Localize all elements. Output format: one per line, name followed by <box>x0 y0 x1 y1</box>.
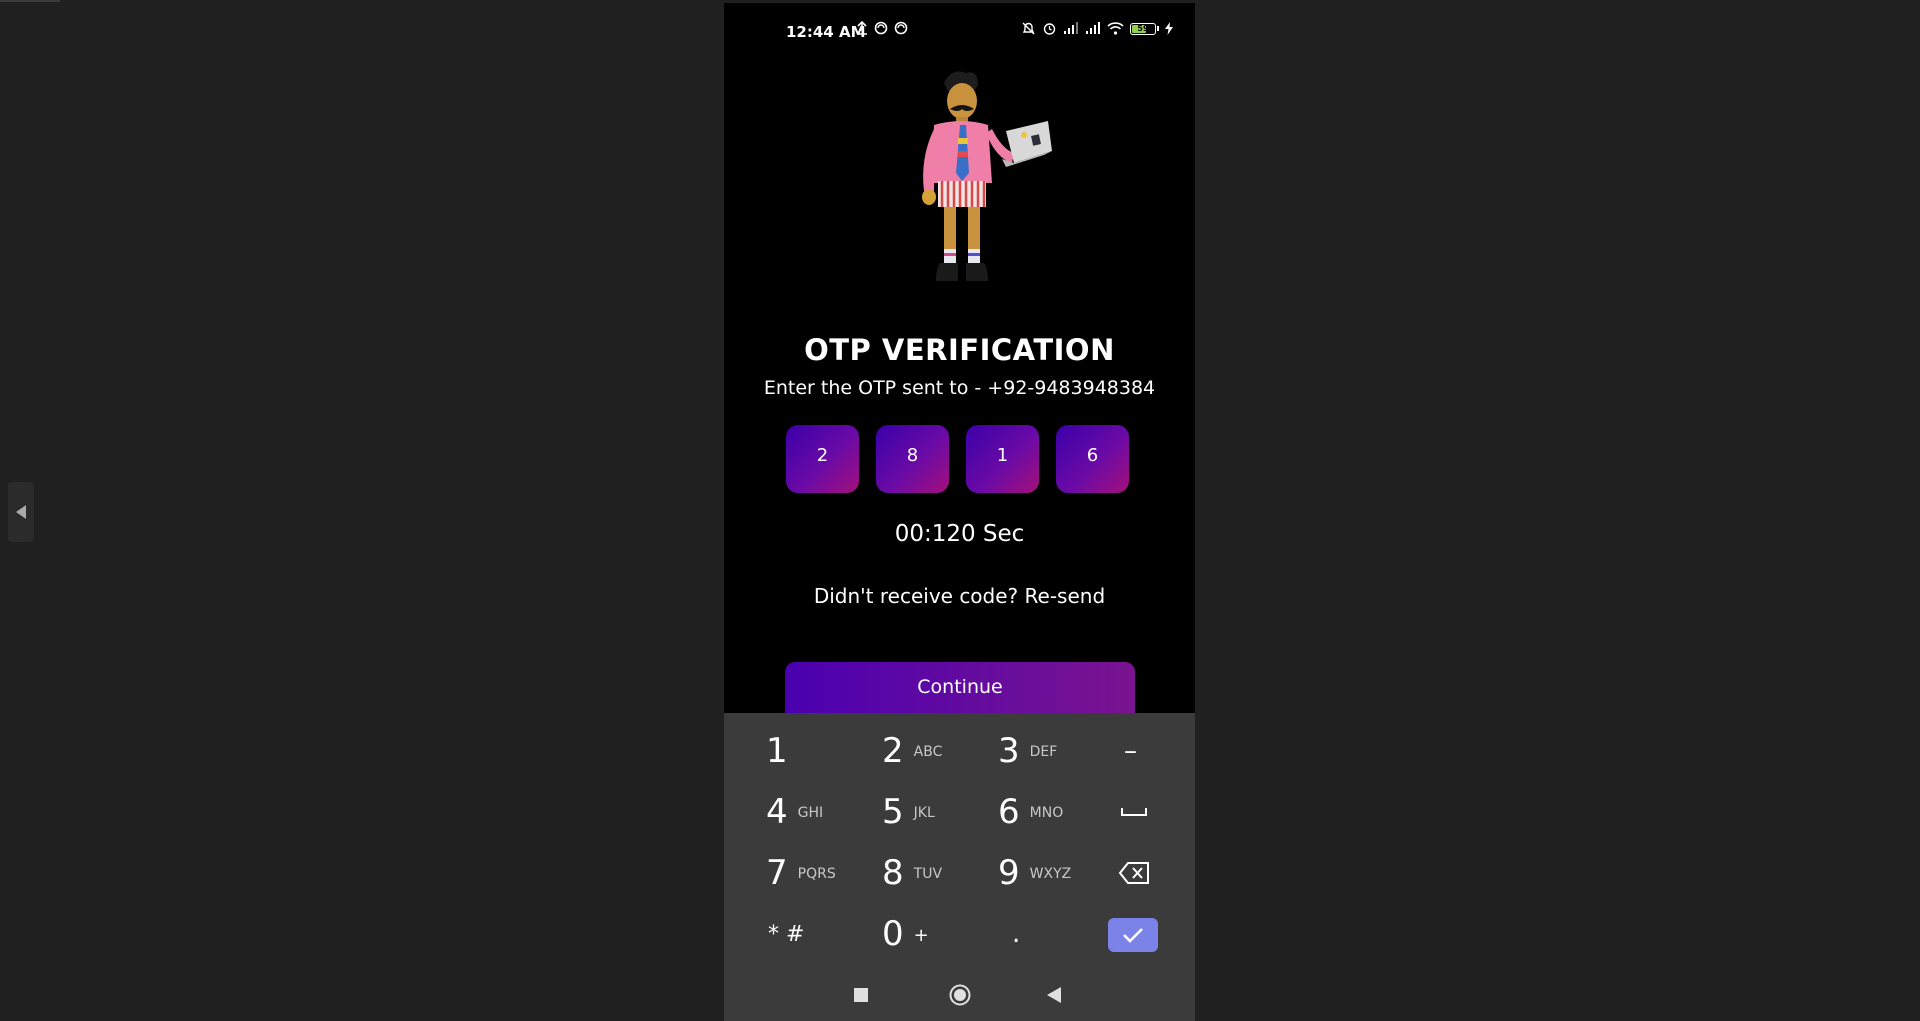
space-key[interactable] <box>1120 784 1148 840</box>
key-3[interactable]: 3 DEF <box>998 723 1057 779</box>
page-title: OTP VERIFICATION <box>804 333 1115 367</box>
key-2[interactable]: 2 ABC <box>882 723 942 779</box>
recents-button[interactable] <box>853 987 869 1007</box>
otp-digit-2[interactable]: 8 <box>876 425 949 493</box>
square-icon <box>854 988 868 1002</box>
otp-digit-3[interactable]: 1 <box>966 425 1039 493</box>
window-top-strip <box>0 0 60 2</box>
otp-digit-4[interactable]: 6 <box>1056 425 1129 493</box>
key-6[interactable]: 6 MNO <box>998 784 1063 840</box>
otp-digit-1[interactable]: 2 <box>786 425 859 493</box>
sync-icon <box>874 21 888 35</box>
triangle-left-icon <box>1047 987 1061 1003</box>
key-8[interactable]: 8 TUV <box>882 845 942 901</box>
key-9[interactable]: 9 WXYZ <box>998 845 1071 901</box>
character-illustration <box>922 71 1052 281</box>
battery-level: 59 <box>1137 23 1149 33</box>
wifi-icon <box>1107 22 1124 35</box>
space-icon <box>1121 808 1147 816</box>
circle-icon <box>949 984 971 1006</box>
key-1[interactable]: 1 <box>766 723 788 779</box>
key-minus[interactable]: – <box>1124 723 1137 779</box>
sync-icon <box>894 21 908 35</box>
backspace-key[interactable] <box>1118 845 1150 901</box>
backspace-icon <box>1118 862 1149 884</box>
resend-prompt: Didn't receive code? <box>813 584 1025 608</box>
android-nav-bar <box>724 971 1195 1021</box>
bell-off-icon <box>1022 22 1035 35</box>
charging-icon <box>1165 22 1173 35</box>
resend-link[interactable]: Re-send <box>1025 584 1106 608</box>
check-icon <box>1123 928 1143 943</box>
status-time: 12:44 AM <box>786 23 866 41</box>
key-0[interactable]: 0 + <box>882 906 929 962</box>
countdown-timer: 00:120 Sec <box>894 521 1025 547</box>
key-star-hash[interactable]: * # <box>768 906 804 962</box>
alarm-icon <box>1043 23 1056 35</box>
numeric-keyboard: 1 2 ABC 3 DEF – 4 GHI 5 JKL 6 MNO 7 PQRS 8 TUV … <box>724 713 1195 1021</box>
side-panel-toggle[interactable] <box>8 482 34 542</box>
triangle-left-icon <box>16 505 26 519</box>
battery-icon: 59 <box>1130 22 1159 35</box>
upload-icon <box>857 21 867 35</box>
key-4[interactable]: 4 GHI <box>766 784 823 840</box>
key-7[interactable]: 7 PQRS <box>766 845 836 901</box>
otp-input-group: 2 8 1 6 <box>786 425 1129 493</box>
phone-screen: 12:44 AM 59 OTP VERIFICATION Enter the O… <box>724 3 1195 1021</box>
key-period[interactable]: . <box>1012 906 1020 962</box>
signal-icon <box>1086 22 1100 34</box>
status-bar: 12:44 AM 59 <box>724 3 1195 57</box>
key-5[interactable]: 5 JKL <box>882 784 935 840</box>
back-button[interactable] <box>1046 986 1062 1008</box>
resend-row: Didn't receive code? Re-send <box>724 584 1195 608</box>
signal-icon <box>1064 22 1078 34</box>
enter-key[interactable] <box>1108 918 1158 952</box>
continue-button[interactable]: Continue <box>785 662 1135 714</box>
home-button[interactable] <box>949 984 971 1010</box>
otp-sent-to-text: Enter the OTP sent to - +92-9483948384 <box>763 377 1156 399</box>
